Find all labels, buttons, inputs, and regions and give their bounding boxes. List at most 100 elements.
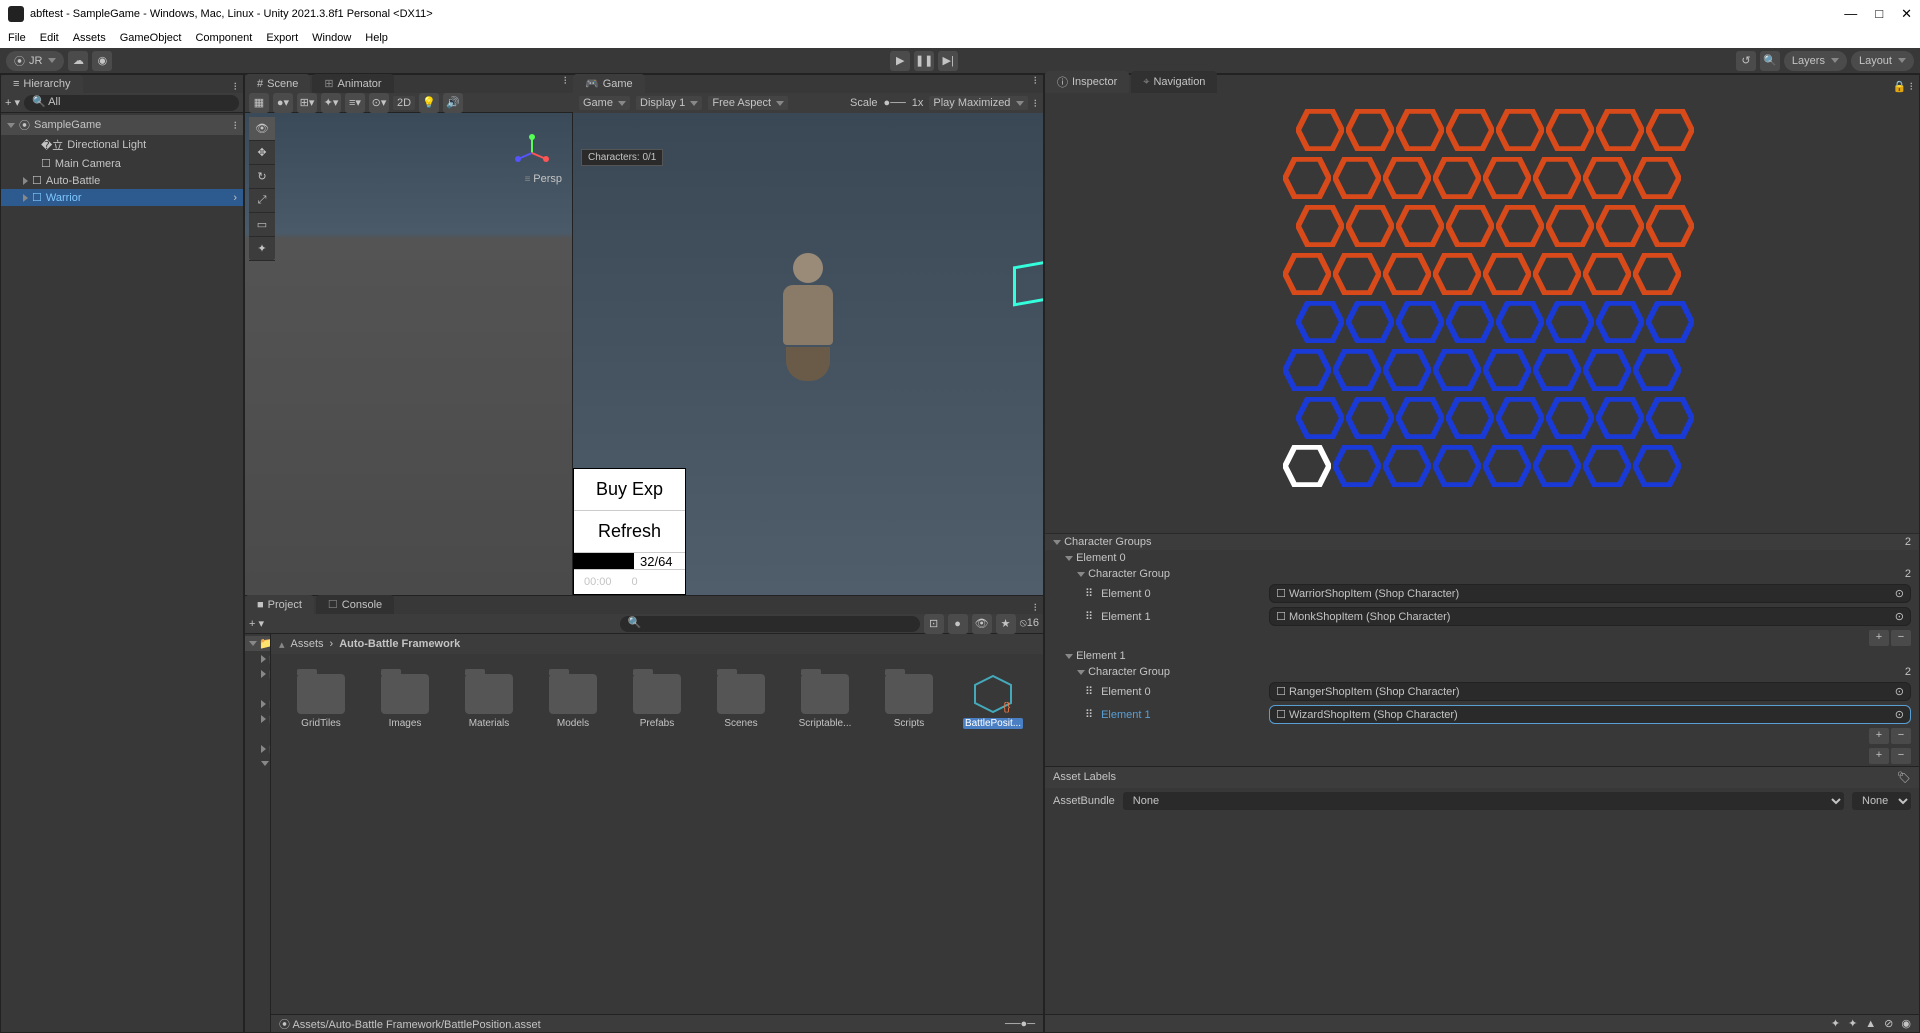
- maximize-button[interactable]: □: [1875, 6, 1883, 22]
- rect-tool[interactable]: ▭: [249, 213, 275, 237]
- breadcrumb-item[interactable]: Auto-Battle Framework: [339, 638, 460, 650]
- asset-folder[interactable]: Prefabs: [627, 674, 687, 729]
- hierarchy-item[interactable]: �立 Directional Light: [1, 135, 243, 155]
- play-button[interactable]: ▶: [890, 51, 910, 71]
- hierarchy-item[interactable]: ☐ Auto-Battle: [1, 172, 243, 189]
- project-tree-item[interactable]: 📁 BattleUI: [245, 786, 271, 801]
- character-group-header[interactable]: Character Group2: [1045, 664, 1919, 680]
- aspect-dropdown[interactable]: Free Aspect: [708, 96, 788, 110]
- project-tree-item[interactable]: 📁 Materials: [245, 681, 271, 696]
- layout-dropdown[interactable]: Layout: [1851, 51, 1914, 71]
- project-search[interactable]: 🔍: [620, 616, 920, 632]
- tab-project[interactable]: ■ Project: [245, 595, 314, 614]
- hierarchy-item-selected[interactable]: ☐ Warrior›: [1, 189, 243, 206]
- visibility-icon[interactable]: 👁: [972, 614, 992, 634]
- account-dropdown[interactable]: ⦿ JR: [6, 51, 64, 71]
- list-item[interactable]: ⠿Element 1 ☐ MonkShopItem (Shop Characte…: [1045, 605, 1919, 628]
- element-0-header[interactable]: Element 0: [1045, 550, 1919, 566]
- menu-help[interactable]: Help: [365, 32, 388, 44]
- icon[interactable]: ◉: [1901, 1017, 1911, 1030]
- menu-export[interactable]: Export: [266, 32, 298, 44]
- history-icon[interactable]: ↺: [1736, 51, 1756, 71]
- favorite-icon[interactable]: ●: [948, 614, 968, 634]
- close-button[interactable]: ✕: [1901, 6, 1912, 22]
- menu-icon[interactable]: ⁝: [1034, 97, 1038, 110]
- project-tree-item[interactable]: 📁 Scenes: [245, 726, 271, 741]
- menu-window[interactable]: Window: [312, 32, 351, 44]
- tab-hierarchy[interactable]: ≡ Hierarchy: [1, 75, 83, 93]
- tab-scene[interactable]: # Scene: [245, 74, 310, 93]
- menu-gameobject[interactable]: GameObject: [120, 32, 182, 44]
- remove-button[interactable]: −: [1891, 728, 1911, 744]
- hidden-icon[interactable]: ★: [996, 614, 1016, 634]
- project-tree-item[interactable]: 📁 GridTiles: [245, 651, 270, 666]
- asset-folder[interactable]: Scriptable...: [795, 674, 855, 729]
- element-1-header[interactable]: Element 1: [1045, 648, 1919, 664]
- buy-exp-button[interactable]: Buy Exp: [574, 469, 685, 511]
- icon[interactable]: ✦: [1848, 1017, 1857, 1030]
- asset-folder[interactable]: Materials: [459, 674, 519, 729]
- object-picker-icon[interactable]: ⊙: [1895, 587, 1904, 600]
- light-icon[interactable]: 💡: [419, 93, 439, 113]
- icon[interactable]: ▲: [1865, 1018, 1876, 1030]
- tab-navigation[interactable]: ⌖ Navigation: [1131, 71, 1217, 93]
- list-item[interactable]: ⠿Element 0 ☐ RangerShopItem (Shop Charac…: [1045, 680, 1919, 703]
- refresh-button[interactable]: Refresh: [574, 511, 685, 553]
- create-dropdown[interactable]: + ▾: [5, 96, 20, 109]
- object-picker-icon[interactable]: ⊙: [1895, 610, 1904, 623]
- project-tree-item[interactable]: 📁 Fusion: [245, 816, 271, 831]
- game-view[interactable]: Characters: 0/1: [573, 113, 1043, 595]
- bundle-dropdown[interactable]: None: [1123, 792, 1844, 810]
- cloud-icon[interactable]: ☁: [68, 51, 88, 71]
- project-tree-item[interactable]: 📁 ScriptableObjects: [245, 741, 270, 756]
- project-tree-item[interactable]: 📁 Images: [245, 666, 270, 681]
- pause-button[interactable]: ❚❚: [914, 51, 934, 71]
- add-button[interactable]: +: [1869, 630, 1889, 646]
- toolbar-btn[interactable]: ⊙▾: [369, 93, 389, 113]
- tab-animator[interactable]: ⊞ Animator: [312, 74, 393, 93]
- persp-label[interactable]: ≡ Persp: [525, 173, 562, 185]
- asset-scriptableobject[interactable]: {} BattlePosit...: [963, 674, 1023, 729]
- tag-icon[interactable]: 🏷: [1897, 771, 1911, 784]
- menu-component[interactable]: Component: [195, 32, 252, 44]
- manage-icon[interactable]: ◉: [92, 51, 112, 71]
- layers-dropdown[interactable]: Layers: [1784, 51, 1847, 71]
- view-tool[interactable]: 👁: [249, 117, 275, 141]
- mode-2d[interactable]: 2D: [393, 96, 415, 110]
- object-picker-icon[interactable]: ⊙: [1895, 708, 1904, 721]
- filter-icon[interactable]: ⊡: [924, 614, 944, 634]
- project-tree-item[interactable]: 📁 BattleBehaviour: [245, 771, 271, 786]
- project-tree-item[interactable]: 📁 GameActors: [245, 831, 271, 846]
- minimize-button[interactable]: —: [1844, 6, 1857, 22]
- icon[interactable]: ⊘: [1884, 1017, 1893, 1030]
- toolbar-btn[interactable]: ≡▾: [345, 93, 365, 113]
- list-item[interactable]: ⠿Element 0 ☐ WarriorShopItem (Shop Chara…: [1045, 582, 1919, 605]
- tab-console[interactable]: ☐ Console: [316, 595, 394, 614]
- asset-folder[interactable]: Models: [543, 674, 603, 729]
- menu-file[interactable]: File: [8, 32, 26, 44]
- menu-edit[interactable]: Edit: [40, 32, 59, 44]
- add-button[interactable]: +: [1869, 728, 1889, 744]
- game-mode-dropdown[interactable]: Game: [579, 96, 630, 110]
- rotate-tool[interactable]: ↻: [249, 165, 275, 189]
- asset-folder[interactable]: Scenes: [711, 674, 771, 729]
- project-tree-item[interactable]: 📁 Models: [245, 696, 270, 711]
- move-tool[interactable]: ✥: [249, 141, 275, 165]
- toolbar-btn[interactable]: ⊞▾: [297, 93, 317, 113]
- scene-root[interactable]: ⦿ SampleGame⁝: [1, 115, 243, 135]
- asset-folder[interactable]: GridTiles: [291, 674, 351, 729]
- display-dropdown[interactable]: Display 1: [636, 96, 702, 110]
- icon[interactable]: ✦: [1831, 1017, 1840, 1030]
- transform-tool[interactable]: ✦: [249, 237, 275, 261]
- project-tree-item[interactable]: 📁 Prefabs: [245, 711, 270, 726]
- add-button[interactable]: +: [1869, 748, 1889, 764]
- project-tree-item[interactable]: 📁 Scripts: [245, 756, 270, 771]
- shading-mode[interactable]: ●▾: [273, 93, 293, 113]
- breadcrumb-item[interactable]: Assets: [291, 638, 324, 650]
- character-groups-header[interactable]: Character Groups 2: [1045, 533, 1919, 550]
- project-tree-item[interactable]: 📁 Movement: [245, 846, 271, 861]
- asset-folder[interactable]: Scripts: [879, 674, 939, 729]
- audio-icon[interactable]: 🔊: [443, 93, 463, 113]
- project-tree-item[interactable]: 📁 Formulas: [245, 801, 271, 816]
- scene-view[interactable]: 👁 ✥ ↻ ⤢ ▭ ✦ ≡ Persp: [245, 113, 573, 595]
